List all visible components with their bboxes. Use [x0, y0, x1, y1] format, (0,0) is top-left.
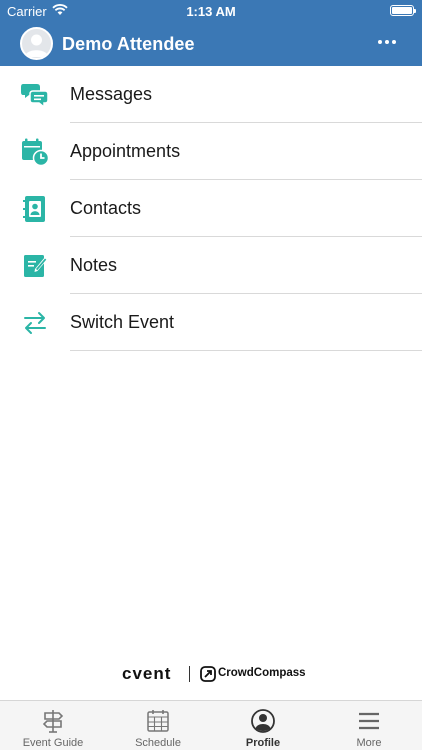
note-pencil-icon: [24, 255, 48, 277]
profile-menu: Messages Appointments Contacts Notes Swi…: [0, 66, 422, 351]
tab-label: Schedule: [135, 737, 181, 749]
user-silhouette-icon: [25, 34, 48, 57]
user-name: Demo Attendee: [62, 34, 195, 54]
tab-label: Event Guide: [22, 737, 84, 749]
branding-footer: cvent CrowdCompass: [0, 664, 422, 686]
menu-label: Messages: [70, 84, 153, 104]
cvent-logo: cvent: [122, 664, 172, 683]
menu-item-switch-event[interactable]: Switch Event: [0, 294, 422, 351]
tab-bar: Event Guide Schedule Profile More: [0, 700, 422, 750]
menu-label: Switch Event: [70, 312, 175, 332]
tab-profile[interactable]: Profile: [210, 701, 316, 750]
calendar-clock-icon: [22, 138, 50, 167]
signpost-icon: [42, 710, 64, 733]
user-circle-icon: [251, 709, 275, 733]
clock: 1:13 AM: [186, 4, 236, 19]
menu-label: Notes: [70, 255, 118, 275]
app-header: Carrier 1:13 AM Demo Attendee: [0, 0, 422, 66]
ellipsis-icon[interactable]: [376, 34, 398, 50]
divider: [189, 666, 190, 682]
battery-icon: [390, 5, 416, 16]
tab-label: More: [356, 737, 382, 749]
crowdcompass-logo-icon: [200, 666, 216, 682]
switch-arrows-icon: [24, 312, 46, 334]
status-bar: Carrier 1:13 AM: [0, 0, 422, 22]
menu-item-contacts[interactable]: Contacts: [0, 180, 422, 237]
divider: [70, 350, 422, 351]
tab-schedule[interactable]: Schedule: [105, 701, 211, 750]
menu-item-messages[interactable]: Messages: [0, 66, 422, 123]
address-book-icon: [23, 196, 45, 222]
crowdcompass-logo: CrowdCompass: [218, 667, 306, 679]
tab-more[interactable]: More: [316, 701, 422, 750]
menu-label: Contacts: [70, 198, 142, 218]
chat-bubbles-icon: [21, 84, 49, 109]
calendar-grid-icon: [147, 710, 169, 732]
menu-lines-icon: [359, 712, 379, 730]
tab-event-guide[interactable]: Event Guide: [0, 701, 106, 750]
menu-item-notes[interactable]: Notes: [0, 237, 422, 294]
tab-label: Profile: [245, 737, 281, 749]
menu-label: Appointments: [70, 141, 181, 161]
menu-item-appointments[interactable]: Appointments: [0, 123, 422, 180]
avatar[interactable]: [20, 27, 53, 60]
